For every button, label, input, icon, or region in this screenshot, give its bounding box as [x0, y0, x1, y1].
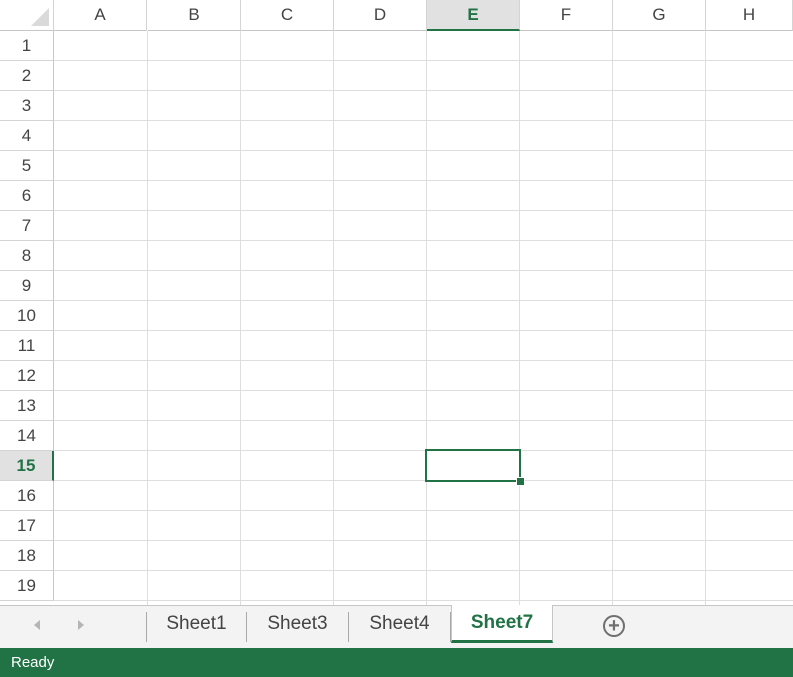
sheet-tab-sheet4[interactable]: Sheet4 [349, 606, 450, 642]
row-header-16[interactable]: 16 [0, 481, 54, 511]
grid-vline [705, 31, 706, 605]
row-header-13[interactable]: 13 [0, 391, 54, 421]
triangle-left-icon[interactable] [34, 620, 40, 630]
status-bar: Ready [0, 648, 793, 677]
grid-vline [426, 31, 427, 605]
row-header-2[interactable]: 2 [0, 61, 54, 91]
row-header-9[interactable]: 9 [0, 271, 54, 301]
select-all-triangle-icon [31, 8, 49, 26]
row-header-11[interactable]: 11 [0, 331, 54, 361]
grid-hline [54, 540, 793, 541]
select-all-corner[interactable] [0, 0, 54, 31]
grid-hline [54, 480, 793, 481]
column-header-c[interactable]: C [241, 0, 334, 31]
column-header-g[interactable]: G [613, 0, 706, 31]
sheet-tab-sheet7[interactable]: Sheet7 [451, 605, 553, 643]
grid-hline [54, 120, 793, 121]
grid-hline [54, 210, 793, 211]
grid-vline [147, 31, 148, 605]
grid-vline [519, 31, 520, 605]
grid-hline [54, 420, 793, 421]
grid-hline [54, 300, 793, 301]
selected-cell[interactable] [425, 449, 521, 482]
row-header-17[interactable]: 17 [0, 511, 54, 541]
row-header-15[interactable]: 15 [0, 451, 54, 481]
grid-hline [54, 390, 793, 391]
row-header-3[interactable]: 3 [0, 91, 54, 121]
grid-hline [54, 90, 793, 91]
status-text: Ready [11, 654, 55, 671]
column-header-a[interactable]: A [54, 0, 147, 31]
grid-vline [612, 31, 613, 605]
grid-hline [54, 150, 793, 151]
grid-vline [240, 31, 241, 605]
grid-hline [54, 360, 793, 361]
row-header-12[interactable]: 12 [0, 361, 54, 391]
fill-handle[interactable] [516, 477, 525, 486]
row-header-19[interactable]: 19 [0, 571, 54, 601]
row-header-10[interactable]: 10 [0, 301, 54, 331]
row-header-8[interactable]: 8 [0, 241, 54, 271]
row-header-1[interactable]: 1 [0, 31, 54, 61]
column-header-h[interactable]: H [706, 0, 793, 31]
row-header-7[interactable]: 7 [0, 211, 54, 241]
plus-circle-icon[interactable]: + [603, 615, 625, 637]
row-header-4[interactable]: 4 [0, 121, 54, 151]
column-header-b[interactable]: B [148, 0, 241, 31]
grid-hline [54, 330, 793, 331]
triangle-right-icon[interactable] [78, 620, 84, 630]
row-header-18[interactable]: 18 [0, 541, 54, 571]
spreadsheet-grid[interactable]: ABCDEFGH 1 2 3 4 5 6 7 8 9 10 11 12 13 14 15 16 17 18 19 [0, 0, 793, 605]
grid-hline [54, 450, 793, 451]
sheet-tab-sheet3[interactable]: Sheet3 [247, 606, 348, 642]
grid-hline [54, 240, 793, 241]
column-header-e[interactable]: E [427, 0, 520, 31]
row-header-14[interactable]: 14 [0, 421, 54, 451]
grid-hline [54, 600, 793, 601]
grid-hline [54, 570, 793, 571]
sheet-tab-sheet1[interactable]: Sheet1 [147, 606, 246, 642]
row-header-5[interactable]: 5 [0, 151, 54, 181]
column-header-d[interactable]: D [334, 0, 427, 31]
grid-vline [333, 31, 334, 605]
grid-hline [54, 180, 793, 181]
grid-hline [54, 60, 793, 61]
sheet-tab-bar: Sheet1 Sheet3 Sheet4 Sheet7 + [0, 605, 793, 648]
grid-hline [54, 510, 793, 511]
column-header-f[interactable]: F [520, 0, 613, 31]
row-header-6[interactable]: 6 [0, 181, 54, 211]
grid-hline [54, 270, 793, 271]
